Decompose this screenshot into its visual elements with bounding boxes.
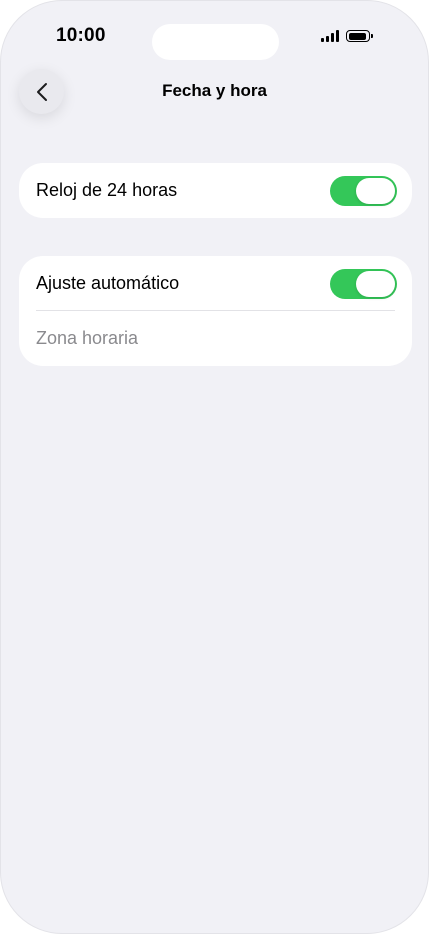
- clock-24h-toggle[interactable]: [330, 176, 397, 206]
- page-title: Fecha y hora: [162, 81, 267, 100]
- battery-fill: [348, 32, 366, 40]
- clock-24h-label: Reloj de 24 horas: [36, 180, 178, 200]
- auto-set-row: Ajuste automático: [19, 256, 412, 311]
- clock-24h-row: Reloj de 24 horas: [19, 163, 412, 218]
- timezone-row[interactable]: Zona horaria: [19, 311, 412, 366]
- cellular-signal-icon: [321, 30, 339, 42]
- timezone-label: Zona horaria: [36, 328, 139, 348]
- status-icons: [321, 29, 373, 43]
- dynamic-island: [152, 24, 279, 60]
- auto-set-toggle[interactable]: [330, 269, 397, 299]
- status-time: 10:00: [56, 25, 106, 46]
- toggle-knob: [356, 178, 395, 204]
- phone-screen: 10:00 Fecha y hora Reloj de 24 horas Aju: [0, 0, 429, 934]
- battery-icon: [346, 30, 373, 42]
- auto-time-card: Ajuste automático Zona horaria: [19, 256, 412, 366]
- toggle-knob: [356, 271, 395, 297]
- clock-format-card: Reloj de 24 horas: [19, 163, 412, 218]
- auto-set-label: Ajuste automático: [36, 273, 180, 293]
